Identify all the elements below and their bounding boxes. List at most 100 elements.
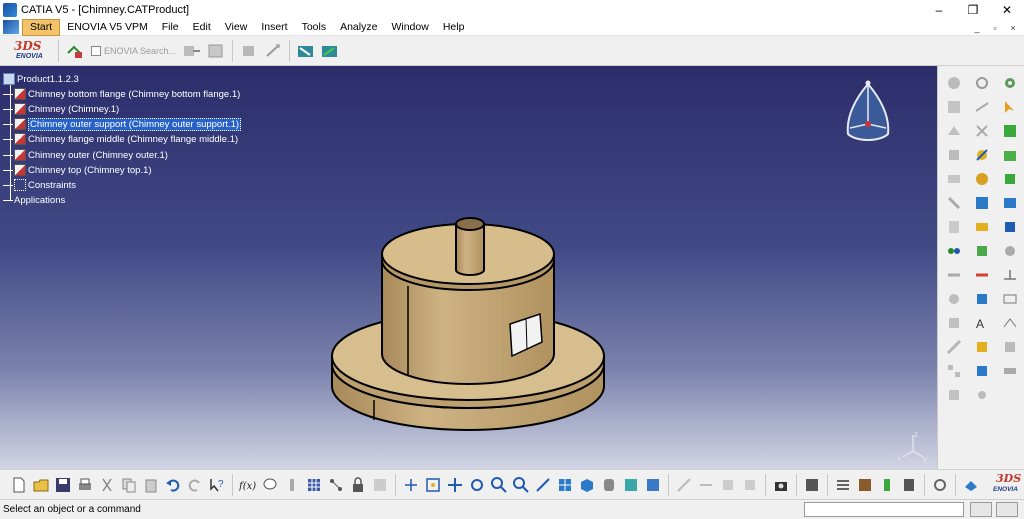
paste-icon[interactable] — [141, 475, 161, 495]
3d-viewport[interactable]: Product1.1.2.3 Chimney bottom flange (Ch… — [0, 66, 937, 469]
fix-together-icon[interactable] — [972, 193, 992, 213]
zoom-out-icon[interactable] — [511, 475, 531, 495]
knowledge-icon[interactable] — [282, 475, 302, 495]
weld-feature-icon[interactable] — [972, 361, 992, 381]
annotation-text-icon[interactable]: A — [972, 313, 992, 333]
battery-icon[interactable] — [877, 475, 897, 495]
fly-mode-icon[interactable] — [401, 475, 421, 495]
tree-item[interactable]: Chimney (Chimney.1) — [3, 102, 119, 116]
whats-this-icon[interactable]: ? — [207, 475, 227, 495]
explode-icon[interactable] — [944, 289, 964, 309]
enovia-erase-icon[interactable] — [961, 475, 981, 495]
constraint-toggle-icon[interactable] — [696, 475, 716, 495]
filter-icon[interactable] — [370, 475, 390, 495]
command-button-2[interactable] — [996, 502, 1018, 517]
table-icon[interactable] — [304, 475, 324, 495]
undo-icon[interactable] — [163, 475, 183, 495]
chimney-3d-model[interactable] — [320, 146, 620, 466]
tree-item[interactable]: Chimney bottom flange (Chimney bottom fl… — [3, 87, 240, 101]
dimension-icon[interactable] — [1000, 265, 1020, 285]
sketcher-icon[interactable] — [674, 475, 694, 495]
doc-minimize-button[interactable]: _ — [968, 19, 986, 36]
flexible-rigid-icon[interactable] — [972, 241, 992, 261]
existing-component-icon[interactable] — [944, 145, 964, 165]
vpm-workspace-icon[interactable] — [320, 41, 340, 61]
generate-numbering-icon[interactable] — [944, 217, 964, 237]
fit-all-icon[interactable] — [423, 475, 443, 495]
tree-root[interactable]: Product1.1.2.3 — [3, 72, 79, 86]
menu-insert[interactable]: Insert — [254, 19, 294, 36]
view-icon[interactable] — [1000, 361, 1020, 381]
material-icon[interactable] — [855, 475, 875, 495]
scene-icon[interactable] — [1000, 169, 1020, 189]
product-publication-icon[interactable] — [1000, 121, 1020, 141]
command-button-1[interactable] — [970, 502, 992, 517]
menu-help[interactable]: Help — [436, 19, 472, 36]
menu-file[interactable]: File — [155, 19, 186, 36]
contact-constraint-icon[interactable] — [972, 97, 992, 117]
multi-instantiation-icon[interactable] — [944, 385, 964, 405]
datum-text-icon[interactable] — [1000, 289, 1020, 309]
command-input[interactable] — [804, 502, 964, 517]
new-part-icon[interactable] — [944, 121, 964, 141]
maximize-button[interactable]: ❐ — [956, 0, 990, 19]
insert-existing-icon[interactable] — [1000, 145, 1020, 165]
enovia-connect-icon[interactable] — [65, 41, 85, 61]
manipulation-icon[interactable] — [944, 241, 964, 261]
doc-restore-button[interactable]: ▫ — [986, 19, 1004, 36]
menu-analyze[interactable]: Analyze — [333, 19, 384, 36]
bill-of-material-icon[interactable] — [1000, 217, 1020, 237]
rotate-icon[interactable] — [467, 475, 487, 495]
tree-applications[interactable]: Applications — [3, 193, 65, 207]
minimize-button[interactable]: – — [922, 0, 956, 19]
hide-show-icon[interactable] — [621, 475, 641, 495]
render-icon[interactable] — [802, 475, 822, 495]
doc-close-button[interactable]: × — [1004, 19, 1022, 36]
open-folder-icon[interactable] — [31, 475, 51, 495]
pan-icon[interactable] — [445, 475, 465, 495]
fix-component-icon[interactable] — [972, 169, 992, 189]
reuse-constraint-icon[interactable] — [972, 289, 992, 309]
system-menu-icon[interactable] — [3, 20, 19, 34]
enovia-search[interactable]: ENOVIA Search... — [91, 42, 176, 60]
analysis-toggle-icon[interactable] — [718, 475, 738, 495]
tree-constraints[interactable]: Constraints — [3, 178, 76, 192]
snap-icon[interactable] — [944, 265, 964, 285]
zoom-in-icon[interactable] — [489, 475, 509, 495]
tree-item[interactable]: Chimney flange middle (Chimney flange mi… — [3, 132, 238, 146]
enovia-search-checkbox[interactable] — [91, 45, 101, 56]
save-icon[interactable] — [53, 475, 73, 495]
replace-component-icon[interactable] — [944, 169, 964, 189]
enovia-link-icon[interactable] — [263, 41, 283, 61]
quick-constraint-icon[interactable] — [972, 217, 992, 237]
graph-icon[interactable] — [326, 475, 346, 495]
formula-icon[interactable]: f(x) — [238, 475, 258, 495]
print-icon[interactable] — [75, 475, 95, 495]
offset-constraint-icon[interactable] — [972, 121, 992, 141]
copy-icon[interactable] — [119, 475, 139, 495]
menu-window[interactable]: Window — [384, 19, 435, 36]
change-constraint-icon[interactable] — [972, 265, 992, 285]
cut-icon[interactable] — [97, 475, 117, 495]
new-file-icon[interactable] — [9, 475, 29, 495]
menu-edit[interactable]: Edit — [186, 19, 218, 36]
iso-view-icon[interactable] — [577, 475, 597, 495]
update-icon[interactable] — [930, 475, 950, 495]
space-analysis-icon[interactable] — [1000, 241, 1020, 261]
grid-toggle-icon[interactable] — [740, 475, 760, 495]
new-component-icon[interactable] — [944, 73, 964, 93]
swap-visible-space-icon[interactable] — [643, 475, 663, 495]
normal-view-icon[interactable] — [533, 475, 553, 495]
align-icon[interactable] — [833, 475, 853, 495]
tree-item-selected[interactable]: Chimney outer support (Chimney outer sup… — [3, 117, 242, 131]
select-arrow-icon[interactable] — [1000, 97, 1020, 117]
redo-icon[interactable] — [185, 475, 205, 495]
enovia-send-icon[interactable] — [182, 41, 202, 61]
enovia-refresh-icon[interactable] — [239, 41, 259, 61]
multi-view-icon[interactable] — [555, 475, 575, 495]
new-product-icon[interactable] — [944, 97, 964, 117]
tree-item[interactable]: Chimney outer (Chimney outer.1) — [3, 148, 168, 162]
graph-tree-reordering-icon[interactable] — [944, 193, 964, 213]
menu-view[interactable]: View — [218, 19, 255, 36]
camera-icon[interactable] — [771, 475, 791, 495]
